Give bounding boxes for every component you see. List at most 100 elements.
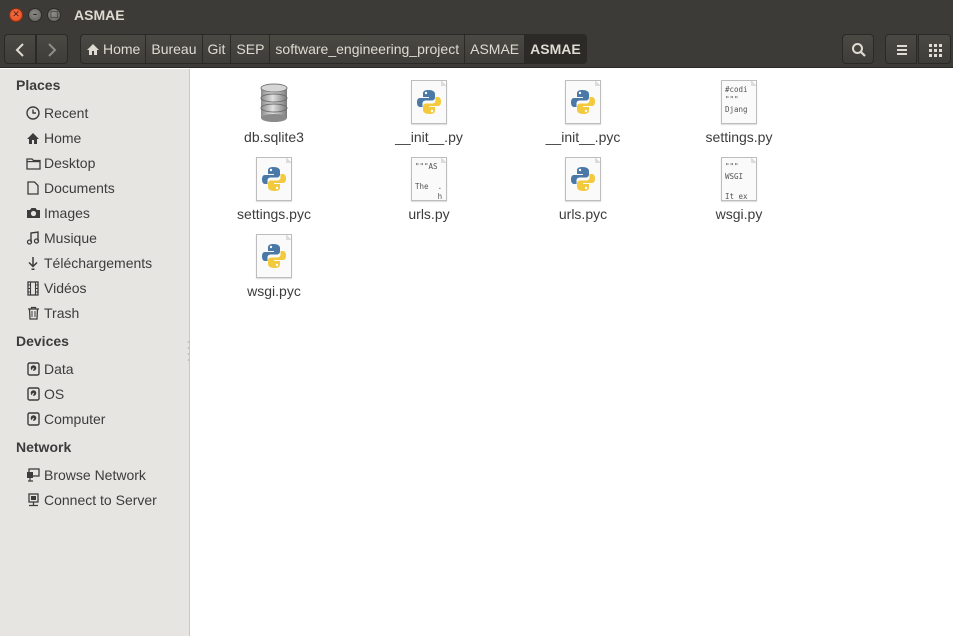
sidebar-item-telechargements[interactable]: Téléchargements — [16, 252, 186, 274]
network-header: Network — [16, 439, 72, 455]
close-window-button[interactable]: ✕ — [9, 8, 23, 22]
file-preview: #codi """ Djang — [725, 85, 748, 114]
sidebar-item-label: Recent — [44, 105, 89, 121]
sidebar-item-label: Trash — [44, 305, 80, 321]
sidebar-item-label: Data — [44, 361, 74, 377]
breadcrumb: Home Bureau Git SEP software_engineering… — [80, 34, 587, 64]
text-file-icon: """AS The . h — [411, 157, 447, 201]
sidebar-item-data[interactable]: Data — [16, 358, 186, 380]
maximize-window-button[interactable]: □ — [47, 8, 61, 22]
close-icon: ✕ — [12, 10, 20, 20]
sidebar-item-documents[interactable]: Documents — [16, 177, 186, 199]
text-file-icon: #codi """ Djang — [721, 80, 757, 124]
file-item[interactable]: settings.pyc — [197, 148, 351, 225]
file-name: wsgi.py — [715, 206, 763, 222]
sidebar-item-home[interactable]: Home — [16, 127, 186, 149]
maximize-icon: □ — [49, 10, 59, 20]
minimize-window-button[interactable]: – — [28, 8, 42, 22]
camera-icon — [25, 205, 41, 221]
document-icon — [25, 180, 41, 196]
grid-icon — [929, 44, 942, 57]
search-icon — [852, 43, 866, 57]
sidebar-item-browse-network[interactable]: Browse Network — [16, 464, 186, 486]
file-name: urls.pyc — [558, 206, 608, 222]
database-icon — [256, 80, 292, 124]
file-item[interactable]: """AS The . h urls.py — [352, 148, 506, 225]
sidebar-item-label: Téléchargements — [44, 255, 153, 271]
drive-icon — [25, 361, 41, 377]
sidebar-item-label: Home — [44, 130, 82, 146]
trash-icon — [25, 305, 41, 321]
sidebar-resize-handle[interactable] — [187, 339, 190, 363]
forward-button[interactable] — [36, 34, 68, 64]
file-name: settings.pyc — [237, 206, 311, 222]
file-item[interactable]: __init__.py — [352, 71, 506, 148]
sidebar-item-label: Desktop — [44, 155, 96, 171]
chevron-left-icon — [15, 43, 24, 57]
folder-icon — [25, 155, 41, 171]
file-preview: """AS The . h — [415, 162, 443, 201]
sidebar: Places Recent Home Desktop Documents Ima… — [0, 69, 190, 636]
sidebar-item-label: OS — [44, 386, 65, 402]
breadcrumb-git[interactable]: Git — [203, 35, 232, 63]
sidebar-item-recent[interactable]: Recent — [16, 102, 186, 124]
text-file-icon: """ WSGI It ex — [721, 157, 757, 201]
python-icon — [565, 157, 601, 201]
breadcrumb-sep[interactable]: SEP — [231, 35, 271, 63]
python-icon — [256, 234, 292, 278]
file-name: urls.py — [408, 206, 450, 222]
sidebar-item-images[interactable]: Images — [16, 202, 186, 224]
sidebar-item-label: Vidéos — [44, 280, 87, 296]
file-preview: """ WSGI It ex — [725, 162, 748, 201]
sidebar-item-videos[interactable]: Vidéos — [16, 277, 186, 299]
devices-header: Devices — [16, 333, 69, 349]
file-item[interactable]: __init__.pyc — [506, 71, 660, 148]
file-view: db.sqlite3 __init__.py __init__.pyc #cod… — [191, 69, 953, 636]
sidebar-item-trash[interactable]: Trash — [16, 302, 186, 324]
list-view-button[interactable] — [885, 34, 917, 64]
python-icon — [256, 157, 292, 201]
python-icon — [565, 80, 601, 124]
title-bar: ✕ – □ ASMAE — [0, 0, 953, 30]
breadcrumb-asmae-parent[interactable]: ASMAE — [465, 35, 526, 63]
sidebar-item-computer[interactable]: Computer — [16, 408, 186, 430]
file-item[interactable]: db.sqlite3 — [197, 71, 351, 148]
file-name: __init__.py — [395, 129, 463, 145]
sidebar-item-connect-to-server[interactable]: Connect to Server — [16, 489, 186, 511]
file-item[interactable]: #codi """ Djang settings.py — [662, 71, 816, 148]
file-name: db.sqlite3 — [244, 129, 304, 145]
breadcrumb-software-engineering-project[interactable]: software_engineering_project — [270, 35, 466, 63]
file-item[interactable]: wsgi.pyc — [197, 225, 351, 302]
sidebar-item-label: Computer — [44, 411, 106, 427]
file-item[interactable]: """ WSGI It ex wsgi.py — [662, 148, 816, 225]
sidebar-item-label: Browse Network — [44, 467, 146, 483]
python-icon — [411, 80, 447, 124]
sidebar-item-label: Documents — [44, 180, 115, 196]
chevron-right-icon — [48, 43, 57, 57]
sidebar-item-desktop[interactable]: Desktop — [16, 152, 186, 174]
sidebar-item-label: Connect to Server — [44, 492, 157, 508]
file-name: settings.py — [705, 129, 773, 145]
back-button[interactable] — [4, 34, 36, 64]
minimize-icon: – — [32, 10, 38, 20]
breadcrumb-home[interactable]: Home — [81, 35, 147, 63]
clock-icon — [25, 105, 41, 121]
breadcrumb-bureau[interactable]: Bureau — [146, 35, 203, 63]
breadcrumb-asmae-current[interactable]: ASMAE — [525, 35, 586, 63]
grid-view-button[interactable] — [918, 34, 951, 64]
file-name: wsgi.pyc — [247, 283, 301, 299]
sidebar-item-label: Images — [44, 205, 90, 221]
file-name: __init__.pyc — [545, 129, 621, 145]
sidebar-item-os[interactable]: OS — [16, 383, 186, 405]
places-header: Places — [16, 77, 61, 93]
search-button[interactable] — [842, 34, 874, 64]
toolbar: Home Bureau Git SEP software_engineering… — [0, 30, 953, 68]
film-icon — [25, 280, 41, 296]
sidebar-item-musique[interactable]: Musique — [16, 227, 186, 249]
download-icon — [25, 255, 41, 271]
list-icon — [897, 45, 907, 55]
file-item[interactable]: urls.pyc — [506, 148, 660, 225]
server-icon — [25, 492, 41, 508]
home-icon — [87, 43, 99, 55]
drive-icon — [25, 411, 41, 427]
